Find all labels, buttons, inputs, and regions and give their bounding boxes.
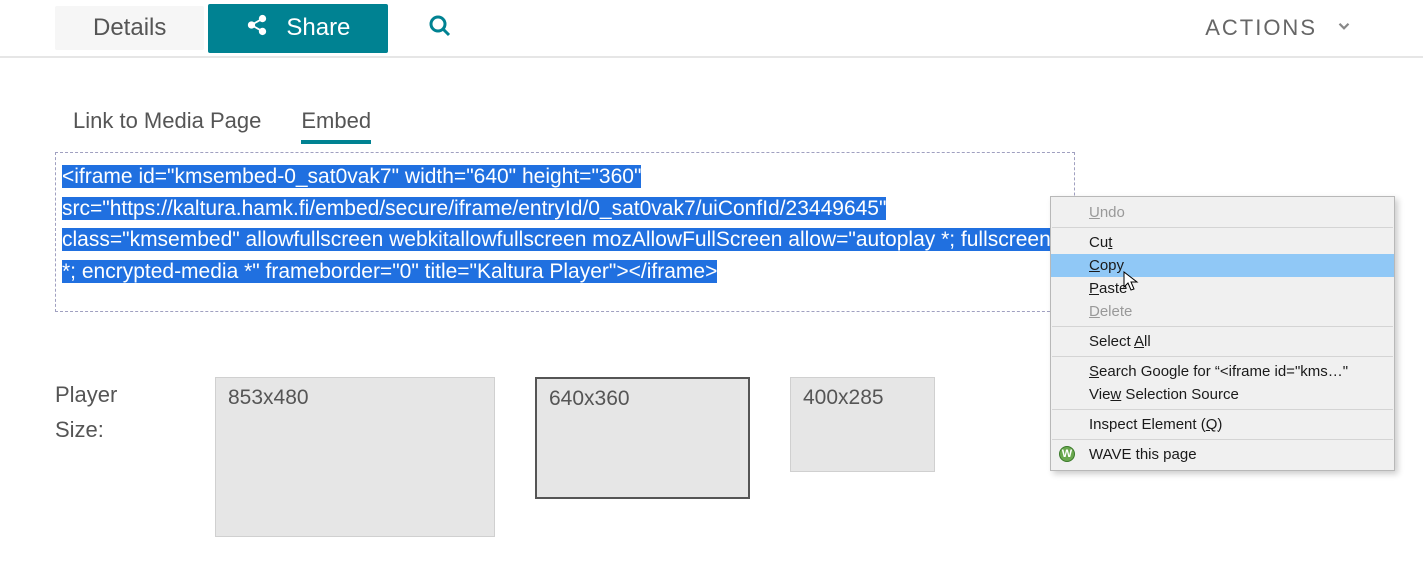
context-menu-undo: Undo [1051,201,1394,224]
context-menu-copy[interactable]: Copy [1051,254,1394,277]
actions-dropdown[interactable]: ACTIONS [1205,15,1368,41]
player-size-label: Player Size: [55,377,215,447]
context-menu-separator [1052,227,1393,228]
share-subtabs: Link to Media Page Embed [73,108,1368,144]
share-label: Share [286,14,350,42]
share-icon [246,14,268,43]
player-size-option-853x480[interactable]: 853x480 [215,377,495,537]
context-menu-select-all[interactable]: Select All [1051,330,1394,353]
embed-code-text: <iframe id="kmsembed-0_sat0vak7" width="… [62,165,1051,283]
context-menu-view-selection-source[interactable]: View Selection Source [1051,383,1394,406]
context-menu: Undo Cut Copy Paste Delete Select All Se… [1050,196,1395,471]
share-button[interactable]: Share [208,4,388,53]
subtab-link-to-media[interactable]: Link to Media Page [73,108,261,144]
player-size-option-400x285[interactable]: 400x285 [790,377,935,472]
embed-code-textarea[interactable]: <iframe id="kmsembed-0_sat0vak7" width="… [55,152,1075,312]
context-menu-separator [1052,326,1393,327]
top-bar: Details Share ACTIONS [0,0,1423,58]
actions-label: ACTIONS [1205,15,1317,41]
context-menu-separator [1052,439,1393,440]
context-menu-wave[interactable]: W WAVE this page [1051,443,1394,466]
player-size-option-640x360[interactable]: 640x360 [535,377,750,499]
subtab-embed[interactable]: Embed [301,108,371,144]
chevron-down-icon [1335,15,1353,41]
context-menu-separator [1052,409,1393,410]
context-menu-cut[interactable]: Cut [1051,231,1394,254]
wave-icon: W [1059,446,1075,462]
context-menu-paste[interactable]: Paste [1051,277,1394,300]
search-icon[interactable] [428,14,452,43]
context-menu-inspect-element[interactable]: Inspect Element (Q) [1051,413,1394,436]
context-menu-search-google[interactable]: Search Google for “<iframe id="kms…" [1051,360,1394,383]
context-menu-separator [1052,356,1393,357]
context-menu-delete: Delete [1051,300,1394,323]
tab-details[interactable]: Details [55,6,204,50]
